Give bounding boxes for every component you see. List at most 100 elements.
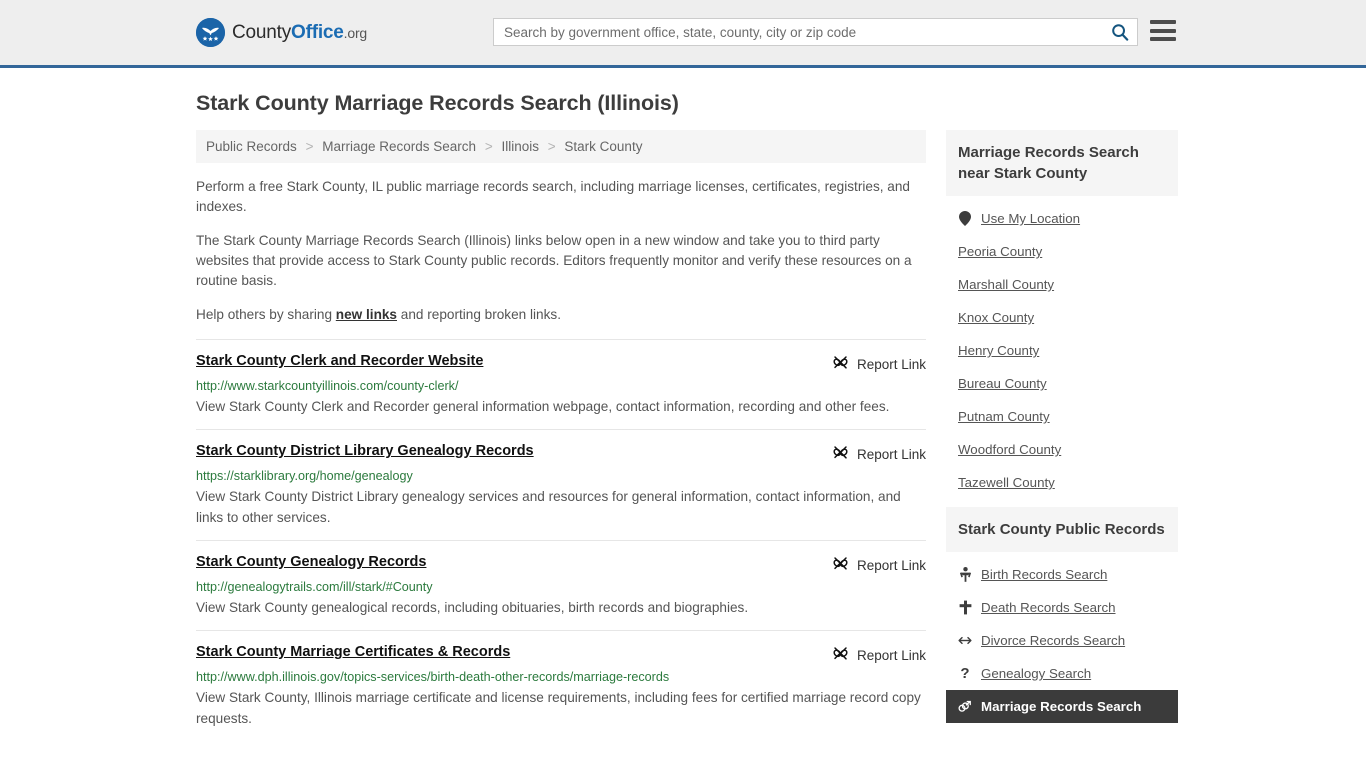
hamburger-menu-icon[interactable] [1150, 20, 1176, 41]
logo-text-county: County [232, 21, 292, 43]
page-container: Stark County Marriage Records Search (Il… [0, 91, 1366, 741]
result-description: View Stark County Clerk and Recorder gen… [196, 399, 890, 414]
baby-icon [958, 567, 972, 582]
breadcrumb-separator: > [484, 139, 493, 154]
sidebar-item-divorce-records-search[interactable]: Divorce Records Search [946, 624, 1178, 657]
sidebar-item-label: Marshall County [958, 277, 1055, 292]
breadcrumb-separator: > [547, 139, 556, 154]
result-url: https://starklibrary.org/home/genealogy [196, 469, 413, 483]
cross-icon [958, 600, 972, 615]
sidebar-item-marriage-records-search[interactable]: Marriage Records Search [946, 690, 1178, 723]
sidebar-item-putnam-county[interactable]: Putnam County [946, 400, 1178, 433]
broken-link-icon [832, 444, 849, 464]
sidebar-item-peoria-county[interactable]: Peoria County [946, 235, 1178, 268]
map-pin-icon [958, 211, 972, 226]
result-title-link[interactable]: Stark County Genealogy Records [196, 554, 426, 570]
sidebar-public-records-section: Stark County Public Records Birth Record… [946, 507, 1178, 723]
report-link-button[interactable]: Report Link [832, 644, 926, 665]
sidebar-item-label: Use My Location [981, 211, 1081, 226]
result-title-link[interactable]: Stark County Marriage Certificates & Rec… [196, 644, 510, 660]
breadcrumb-separator: > [305, 139, 314, 154]
breadcrumb: Public Records > Marriage Records Search… [196, 130, 926, 163]
sidebar-item-label: Genealogy Search [981, 666, 1092, 681]
sidebar-item-genealogy-search[interactable]: ? Genealogy Search [946, 657, 1178, 690]
breadcrumb-item-stark-county[interactable]: Stark County [564, 139, 642, 154]
intro-p3-before: Help others by sharing [196, 307, 336, 322]
sidebar-item-knox-county[interactable]: Knox County [946, 301, 1178, 334]
sidebar-item-label: Putnam County [958, 409, 1050, 424]
report-link-label: Report Link [856, 446, 926, 462]
breadcrumb-item-marriage-records-search[interactable]: Marriage Records Search [322, 139, 476, 154]
sidebar-nearby-list: Use My Location Peoria County Marshall Cou… [946, 196, 1178, 499]
sidebar-item-label: Marriage Records Search [981, 699, 1142, 714]
site-logo[interactable]: CountyOffice.org [196, 18, 367, 47]
result-description: View Stark County, Illinois marriage cer… [196, 690, 921, 726]
site-header: CountyOffice.org [0, 0, 1366, 68]
search-bar[interactable] [493, 18, 1138, 46]
report-link-label: Report Link [856, 557, 926, 573]
sidebar-public-records-list: Birth Records Search Death Records Search… [946, 552, 1178, 723]
sidebar-item-label: Woodford County [958, 442, 1062, 457]
search-input[interactable] [494, 24, 1103, 40]
sidebar-item-marshall-county[interactable]: Marshall County [946, 268, 1178, 301]
sidebar-public-records-heading: Stark County Public Records [946, 507, 1178, 552]
sidebar-item-label: Death Records Search [981, 600, 1116, 615]
result-title-link[interactable]: Stark County Clerk and Recorder Website [196, 353, 483, 369]
main-content: Public Records > Marriage Records Search… [196, 130, 926, 741]
result-header: Stark County District Library Genealogy … [196, 443, 926, 464]
sidebar-item-tazewell-county[interactable]: Tazewell County [946, 466, 1178, 499]
intro-text: Perform a free Stark County, IL public m… [196, 177, 926, 325]
report-link-button[interactable]: Report Link [832, 353, 926, 374]
sidebar-nearby-heading: Marriage Records Search near Stark Count… [946, 130, 1178, 196]
new-links-link[interactable]: new links [336, 307, 397, 322]
question-mark-icon: ? [960, 665, 970, 682]
eagle-stars-seal-icon [196, 18, 225, 47]
result-header: Stark County Marriage Certificates & Rec… [196, 644, 926, 665]
broken-link-icon [832, 555, 849, 575]
result-url: http://genealogytrails.com/ill/stark/#Co… [196, 580, 433, 594]
sidebar-item-death-records-search[interactable]: Death Records Search [946, 591, 1178, 624]
intro-paragraph-1: Perform a free Stark County, IL public m… [196, 179, 910, 214]
result-description: View Stark County District Library genea… [196, 489, 901, 525]
report-link-label: Report Link [856, 647, 926, 663]
broken-link-icon [832, 354, 849, 374]
breadcrumb-item-public-records[interactable]: Public Records [206, 139, 297, 154]
search-button[interactable] [1103, 19, 1137, 45]
result-header: Stark County Genealogy Records Report Lin… [196, 554, 926, 575]
site-logo-text: CountyOffice.org [232, 22, 367, 44]
intro-paragraph-3: Help others by sharing new links and rep… [196, 305, 926, 325]
sidebar-item-birth-records-search[interactable]: Birth Records Search [946, 558, 1178, 591]
sidebar-item-label: Divorce Records Search [981, 633, 1126, 648]
sidebar-item-label: Birth Records Search [981, 567, 1108, 582]
result-url: http://www.dph.illinois.gov/topics-servi… [196, 670, 670, 684]
page-title: Stark County Marriage Records Search (Il… [196, 91, 679, 115]
sidebar-item-label: Peoria County [958, 244, 1043, 259]
result-description: View Stark County genealogical records, … [196, 600, 749, 615]
result-header: Stark County Clerk and Recorder Website R… [196, 353, 926, 374]
report-link-label: Report Link [856, 356, 926, 372]
sidebar-item-label: Henry County [958, 343, 1040, 358]
sidebar: Marriage Records Search near Stark Count… [946, 130, 1178, 741]
result-item: Stark County Marriage Certificates & Rec… [196, 630, 926, 741]
sidebar-item-use-my-location[interactable]: Use My Location [946, 202, 1178, 235]
result-item: Stark County Genealogy Records Report Lin… [196, 540, 926, 630]
arrows-left-right-icon [958, 635, 972, 646]
sidebar-item-label: Bureau County [958, 376, 1047, 391]
sidebar-item-label: Knox County [958, 310, 1035, 325]
results-list: Stark County Clerk and Recorder Website R… [196, 339, 926, 741]
broken-link-icon [832, 645, 849, 665]
result-url: http://www.starkcountyillinois.com/count… [196, 379, 459, 393]
sidebar-item-henry-county[interactable]: Henry County [946, 334, 1178, 367]
intro-paragraph-2: The Stark County Marriage Records Search… [196, 233, 912, 288]
report-link-button[interactable]: Report Link [832, 443, 926, 464]
search-icon [1112, 24, 1129, 41]
breadcrumb-item-illinois[interactable]: Illinois [501, 139, 539, 154]
report-link-button[interactable]: Report Link [832, 554, 926, 575]
result-item: Stark County Clerk and Recorder Website R… [196, 339, 926, 429]
sidebar-item-label: Tazewell County [958, 475, 1055, 490]
sidebar-item-woodford-county[interactable]: Woodford County [946, 433, 1178, 466]
result-item: Stark County District Library Genealogy … [196, 429, 926, 540]
sidebar-item-bureau-county[interactable]: Bureau County [946, 367, 1178, 400]
sidebar-nearby-section: Marriage Records Search near Stark Count… [946, 130, 1178, 499]
result-title-link[interactable]: Stark County District Library Genealogy … [196, 443, 534, 459]
